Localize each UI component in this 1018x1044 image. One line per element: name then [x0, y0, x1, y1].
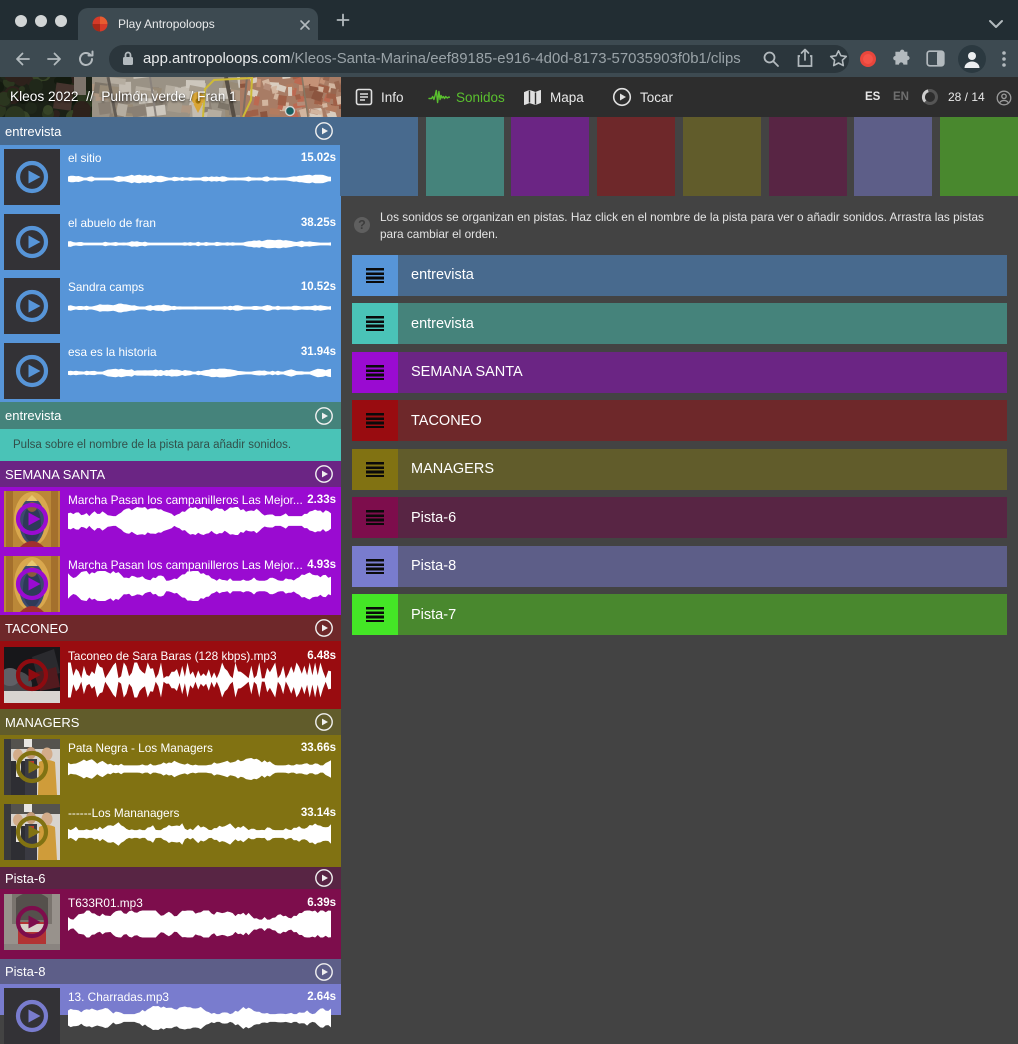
svg-text:?: ? [358, 218, 366, 232]
